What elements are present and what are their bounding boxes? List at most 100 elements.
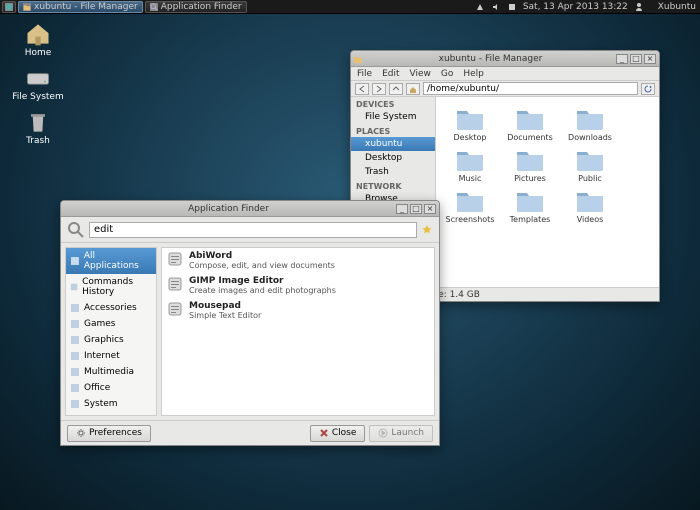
desktop-icon-home[interactable]: Home (8, 22, 68, 58)
result-item[interactable]: MousepadSimple Text Editor (162, 298, 434, 323)
launch-button[interactable]: Launch (369, 425, 433, 442)
folder-icon (23, 3, 31, 11)
folder-item[interactable]: Documents (504, 105, 556, 142)
folder-item[interactable]: Pictures (504, 146, 556, 183)
category-icon (70, 319, 80, 329)
xubuntu-logo-icon (5, 3, 13, 11)
folder-label: Public (564, 174, 616, 183)
sidebar-item-trash[interactable]: Trash (351, 165, 435, 179)
menu-go[interactable]: Go (441, 69, 453, 79)
arrow-right-icon (375, 85, 383, 93)
indicator-icon[interactable] (507, 2, 517, 12)
menu-view[interactable]: View (410, 69, 431, 79)
category-item[interactable]: System (66, 396, 156, 412)
menu-edit[interactable]: Edit (382, 69, 399, 79)
folder-icon (514, 146, 546, 172)
folder-icon (574, 105, 606, 131)
sidebar-item-xubuntu[interactable]: xubuntu (351, 137, 435, 151)
folder-item[interactable]: Videos (564, 187, 616, 224)
taskbar-label: Application Finder (161, 2, 242, 12)
path-bar[interactable]: /home/xubuntu/ (423, 82, 638, 95)
session-menu[interactable]: Xubuntu (658, 2, 696, 12)
category-item[interactable]: Commands History (66, 274, 156, 300)
folder-label: Videos (564, 215, 616, 224)
result-desc: Compose, edit, and view documents (189, 261, 335, 270)
category-label: All Applications (84, 251, 152, 271)
file-manager-content[interactable]: DesktopDocumentsDownloads Music Pictures Pu… (436, 97, 659, 287)
menu-file[interactable]: File (357, 69, 372, 79)
search-icon (150, 3, 158, 11)
app-finder-titlebar[interactable]: Application Finder _ □ × (61, 201, 439, 217)
category-label: Office (84, 383, 110, 393)
category-item[interactable]: Accessories (66, 300, 156, 316)
sidebar-item-desktop[interactable]: Desktop (351, 151, 435, 165)
nav-home-button[interactable] (406, 83, 420, 95)
close-button[interactable]: × (424, 204, 436, 214)
window-title: xubuntu - File Manager (365, 54, 616, 64)
sidebar-item-filesystem[interactable]: File System (351, 110, 435, 124)
category-item[interactable]: Games (66, 316, 156, 332)
close-button[interactable]: Close (310, 425, 366, 442)
system-tray: Sat, 13 Apr 2013 13:22 Xubuntu (475, 2, 700, 12)
folder-item[interactable]: Music (444, 146, 496, 183)
user-icon[interactable] (634, 2, 644, 12)
category-label: Multimedia (84, 367, 134, 377)
maximize-button[interactable]: □ (410, 204, 422, 214)
nav-forward-button[interactable] (372, 83, 386, 95)
category-item[interactable]: Graphics (66, 332, 156, 348)
folder-icon (353, 54, 363, 64)
menu-help[interactable]: Help (463, 69, 484, 79)
app-finder-results: AbiWordCompose, edit, and view documents… (161, 247, 435, 416)
category-item[interactable]: All Applications (66, 248, 156, 274)
result-desc: Create images and edit photographs (189, 286, 336, 295)
network-icon[interactable] (475, 2, 485, 12)
folder-label: Music (444, 174, 496, 183)
volume-icon[interactable] (491, 2, 501, 12)
folder-icon (454, 187, 486, 213)
category-item[interactable]: Office (66, 380, 156, 396)
taskbar-item-app-finder[interactable]: Application Finder (145, 1, 247, 13)
folder-icon (514, 187, 546, 213)
nav-back-button[interactable] (355, 83, 369, 95)
minimize-button[interactable]: _ (616, 54, 628, 64)
close-button[interactable]: × (644, 54, 656, 64)
category-label: Graphics (84, 335, 124, 345)
category-label: Internet (84, 351, 120, 361)
apps-menu-button[interactable] (2, 1, 16, 13)
file-manager-titlebar[interactable]: xubuntu - File Manager _ □ × (351, 51, 659, 67)
desktop-icon-filesystem[interactable]: File System (8, 66, 68, 102)
result-item[interactable]: GIMP Image EditorCreate images and edit … (162, 273, 434, 298)
home-icon (409, 85, 417, 93)
trash-icon (24, 110, 52, 134)
app-icon (167, 301, 183, 317)
nav-up-button[interactable] (389, 83, 403, 95)
maximize-button[interactable]: □ (630, 54, 642, 64)
sidebar-head-devices: DEVICES (351, 97, 435, 110)
minimize-button[interactable]: _ (396, 204, 408, 214)
window-title: Application Finder (61, 204, 396, 214)
folder-item[interactable]: Screenshots (444, 187, 496, 224)
result-item[interactable]: AbiWordCompose, edit, and view documents (162, 248, 434, 273)
folder-item[interactable]: Downloads (564, 105, 616, 142)
home-icon (24, 22, 52, 46)
desktop-icon-label: Trash (8, 136, 68, 146)
file-manager-menubar: File Edit View Go Help (351, 67, 659, 81)
category-item[interactable]: Internet (66, 348, 156, 364)
gear-icon (76, 428, 86, 438)
category-icon (70, 282, 78, 292)
category-icon (70, 335, 80, 345)
preferences-button[interactable]: Preferences (67, 425, 151, 442)
clock[interactable]: Sat, 13 Apr 2013 13:22 (523, 2, 628, 12)
search-input[interactable] (89, 222, 417, 238)
close-icon (319, 428, 329, 438)
category-item[interactable]: Multimedia (66, 364, 156, 380)
folder-icon (574, 146, 606, 172)
folder-item[interactable]: Public (564, 146, 616, 183)
taskbar-item-file-manager[interactable]: xubuntu - File Manager (18, 1, 143, 13)
desktop-icon-label: File System (8, 92, 68, 102)
desktop-icon-trash[interactable]: Trash (8, 110, 68, 146)
folder-item[interactable]: Desktop (444, 105, 496, 142)
nav-reload-button[interactable] (641, 83, 655, 95)
bookmark-icon[interactable] (421, 224, 433, 236)
folder-item[interactable]: Templates (504, 187, 556, 224)
